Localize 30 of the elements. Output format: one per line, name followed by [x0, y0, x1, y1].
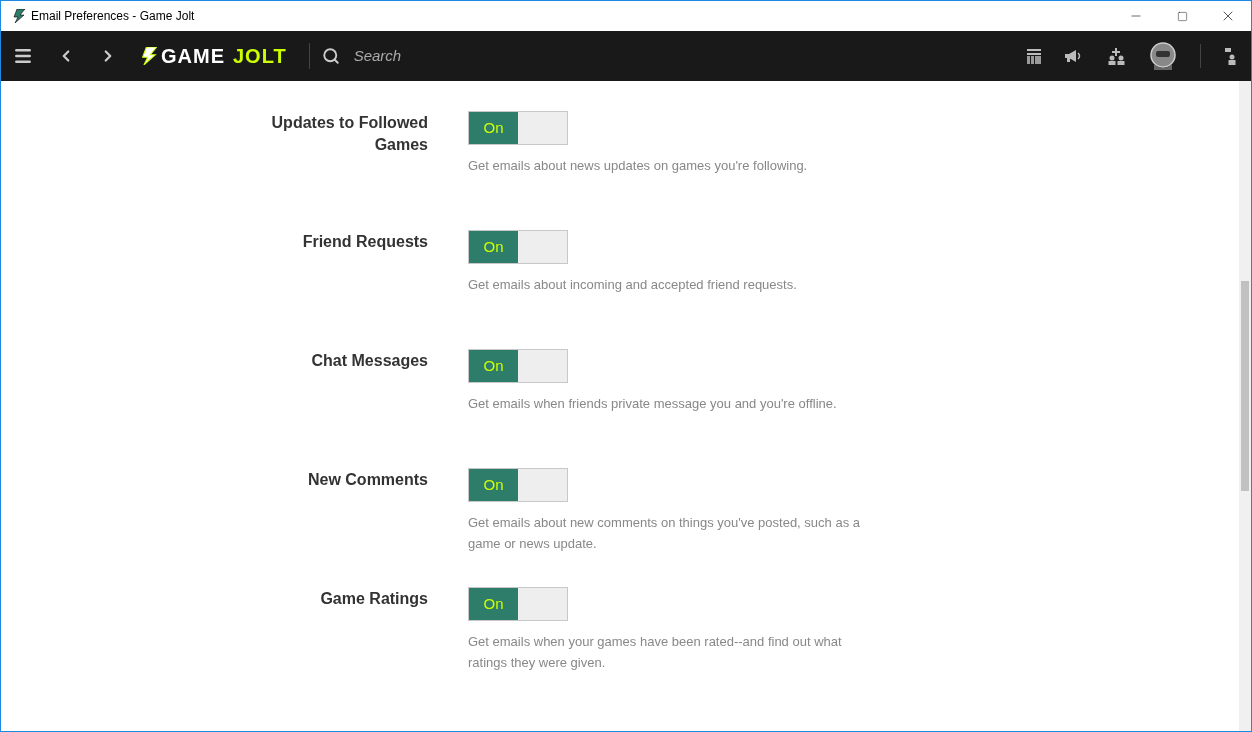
search-icon [321, 47, 340, 65]
preference-label: New Comments [306, 470, 428, 490]
toggle-switch[interactable]: On [468, 111, 568, 145]
menu-button[interactable] [13, 46, 33, 66]
preference-label: Chat Messages [310, 351, 428, 371]
preference-label: Game Ratings [319, 589, 428, 609]
logo[interactable]: GAME JOLT [141, 46, 287, 66]
avatar-icon[interactable] [1150, 42, 1176, 70]
lightning-icon [141, 47, 157, 65]
preference-description: Get emails about new comments on things you've posted, such as a game or news update. [468, 514, 860, 553]
megaphone-icon[interactable] [1065, 50, 1083, 62]
menu-icon [13, 46, 33, 66]
library-icon[interactable] [1027, 48, 1041, 64]
toggle-switch[interactable]: On [468, 230, 568, 264]
lightning-icon [13, 9, 25, 23]
preference-label: Updates to Followed Games [270, 113, 428, 155]
scrollbar[interactable] [1239, 81, 1251, 731]
preference-description: Get emails when your games have been rated--and find out what ratings they were given. [468, 633, 843, 672]
preference-description: Get emails about news updates on games you're following. [468, 157, 809, 175]
toggle-switch[interactable]: On [468, 587, 568, 621]
preference-description: Get emails when friends private message you and you're offline. [468, 395, 838, 413]
toggle-switch[interactable]: On [468, 468, 568, 502]
preference-description: Get emails about incoming and accepted friend requests. [468, 276, 798, 294]
maximize-icon [1176, 10, 1188, 22]
search-field[interactable]: Search [353, 44, 554, 68]
friends-icon[interactable] [1225, 47, 1237, 65]
add-friend-icon[interactable] [1107, 47, 1126, 65]
preference-label: Friend Requests [301, 232, 428, 252]
window-title: Email Preferences - Game Jolt [31, 8, 195, 25]
toggle-switch[interactable]: On [468, 349, 568, 383]
